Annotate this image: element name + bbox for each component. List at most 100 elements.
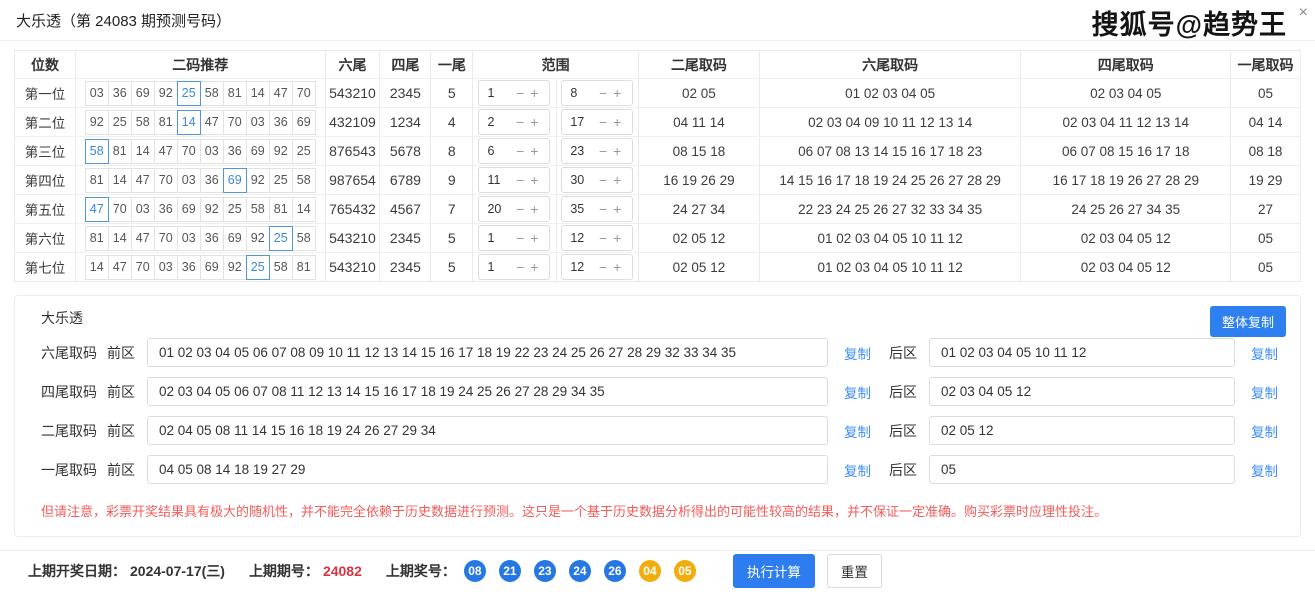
range-from-stepper[interactable]: 1−+: [478, 80, 550, 106]
code-cell[interactable]: 36: [108, 81, 132, 106]
code-cell[interactable]: 81: [85, 168, 109, 193]
code-cell[interactable]: 81: [269, 197, 293, 222]
plus-icon[interactable]: +: [527, 231, 541, 245]
range-from-stepper[interactable]: 1−+: [478, 254, 550, 280]
minus-icon[interactable]: −: [596, 231, 610, 245]
range-from-stepper[interactable]: 6−+: [478, 138, 550, 164]
code-cell[interactable]: 70: [292, 81, 316, 106]
code-cell-selected[interactable]: 47: [85, 197, 109, 222]
plus-icon[interactable]: +: [527, 86, 541, 100]
minus-icon[interactable]: −: [596, 173, 610, 187]
back-zone-input[interactable]: 02 05 12: [929, 416, 1235, 445]
range-from-stepper[interactable]: 11−+: [478, 167, 550, 193]
minus-icon[interactable]: −: [513, 144, 527, 158]
front-zone-input[interactable]: 02 04 05 08 11 14 15 16 18 19 24 26 27 2…: [147, 416, 828, 445]
range-to-stepper[interactable]: 35−+: [561, 196, 633, 222]
code-cell[interactable]: 14: [108, 168, 132, 193]
range-from-stepper[interactable]: 20−+: [478, 196, 550, 222]
minus-icon[interactable]: −: [596, 144, 610, 158]
code-cell[interactable]: 25: [108, 110, 132, 135]
code-cell[interactable]: 58: [246, 197, 270, 222]
code-cell[interactable]: 14: [85, 255, 109, 280]
code-cell[interactable]: 69: [292, 110, 316, 135]
code-cell[interactable]: 47: [269, 81, 293, 106]
code-cell-selected[interactable]: 69: [223, 168, 247, 193]
copy-back-link[interactable]: 复制: [1251, 421, 1278, 441]
back-zone-input[interactable]: 05: [929, 455, 1235, 484]
code-cell[interactable]: 58: [292, 226, 316, 251]
code-cell[interactable]: 81: [108, 139, 132, 164]
copy-all-button[interactable]: 整体复制: [1210, 306, 1286, 337]
code-cell[interactable]: 25: [292, 139, 316, 164]
minus-icon[interactable]: −: [596, 115, 610, 129]
copy-back-link[interactable]: 复制: [1251, 382, 1278, 402]
code-cell[interactable]: 81: [85, 226, 109, 251]
code-cell[interactable]: 81: [292, 255, 316, 280]
range-from-stepper[interactable]: 1−+: [478, 225, 550, 251]
code-cell[interactable]: 92: [246, 168, 270, 193]
code-cell-selected[interactable]: 25: [246, 255, 270, 280]
code-cell[interactable]: 03: [246, 110, 270, 135]
code-cell[interactable]: 36: [200, 168, 224, 193]
copy-back-link[interactable]: 复制: [1251, 343, 1278, 363]
minus-icon[interactable]: −: [513, 202, 527, 216]
copy-back-link[interactable]: 复制: [1251, 460, 1278, 480]
code-cell[interactable]: 58: [292, 168, 316, 193]
code-cell[interactable]: 69: [200, 255, 224, 280]
code-cell[interactable]: 69: [177, 197, 201, 222]
code-cell[interactable]: 47: [131, 226, 155, 251]
code-cell[interactable]: 36: [154, 197, 178, 222]
code-cell[interactable]: 47: [108, 255, 132, 280]
code-cell[interactable]: 92: [269, 139, 293, 164]
front-zone-input[interactable]: 02 03 04 05 06 07 08 11 12 13 14 15 16 1…: [147, 377, 828, 406]
code-cell[interactable]: 92: [85, 110, 109, 135]
range-to-stepper[interactable]: 17−+: [561, 109, 633, 135]
range-to-stepper[interactable]: 8−+: [561, 80, 633, 106]
minus-icon[interactable]: −: [596, 202, 610, 216]
copy-front-link[interactable]: 复制: [844, 421, 871, 441]
code-cell[interactable]: 14: [108, 226, 132, 251]
copy-front-link[interactable]: 复制: [844, 343, 871, 363]
front-zone-input[interactable]: 01 02 03 04 05 06 07 08 09 10 11 12 13 1…: [147, 338, 828, 367]
code-cell-selected[interactable]: 58: [85, 139, 109, 164]
plus-icon[interactable]: +: [610, 202, 624, 216]
close-icon[interactable]: ×: [1299, 5, 1308, 21]
code-cell[interactable]: 03: [200, 139, 224, 164]
range-to-stepper[interactable]: 30−+: [561, 167, 633, 193]
code-cell[interactable]: 36: [269, 110, 293, 135]
code-cell[interactable]: 69: [246, 139, 270, 164]
plus-icon[interactable]: +: [610, 173, 624, 187]
code-cell[interactable]: 36: [223, 139, 247, 164]
front-zone-input[interactable]: 04 05 08 14 18 19 27 29: [147, 455, 828, 484]
minus-icon[interactable]: −: [513, 173, 527, 187]
minus-icon[interactable]: −: [513, 231, 527, 245]
range-to-stepper[interactable]: 12−+: [561, 225, 633, 251]
code-cell[interactable]: 92: [154, 81, 178, 106]
plus-icon[interactable]: +: [527, 144, 541, 158]
code-cell-selected[interactable]: 25: [177, 81, 201, 106]
range-from-stepper[interactable]: 2−+: [478, 109, 550, 135]
minus-icon[interactable]: −: [596, 260, 610, 274]
code-cell[interactable]: 70: [223, 110, 247, 135]
range-to-stepper[interactable]: 12−+: [561, 254, 633, 280]
code-cell[interactable]: 70: [177, 139, 201, 164]
code-cell[interactable]: 47: [200, 110, 224, 135]
code-cell[interactable]: 58: [131, 110, 155, 135]
plus-icon[interactable]: +: [610, 231, 624, 245]
back-zone-input[interactable]: 02 03 04 05 12: [929, 377, 1235, 406]
code-cell[interactable]: 03: [177, 226, 201, 251]
code-cell[interactable]: 47: [154, 139, 178, 164]
plus-icon[interactable]: +: [610, 144, 624, 158]
code-cell-selected[interactable]: 25: [269, 226, 293, 251]
code-cell[interactable]: 36: [177, 255, 201, 280]
code-cell[interactable]: 03: [131, 197, 155, 222]
code-cell[interactable]: 25: [269, 168, 293, 193]
code-cell[interactable]: 14: [246, 81, 270, 106]
minus-icon[interactable]: −: [513, 260, 527, 274]
code-cell[interactable]: 47: [131, 168, 155, 193]
plus-icon[interactable]: +: [610, 115, 624, 129]
code-cell[interactable]: 25: [223, 197, 247, 222]
code-cell[interactable]: 14: [131, 139, 155, 164]
code-cell[interactable]: 58: [200, 81, 224, 106]
code-cell[interactable]: 70: [108, 197, 132, 222]
